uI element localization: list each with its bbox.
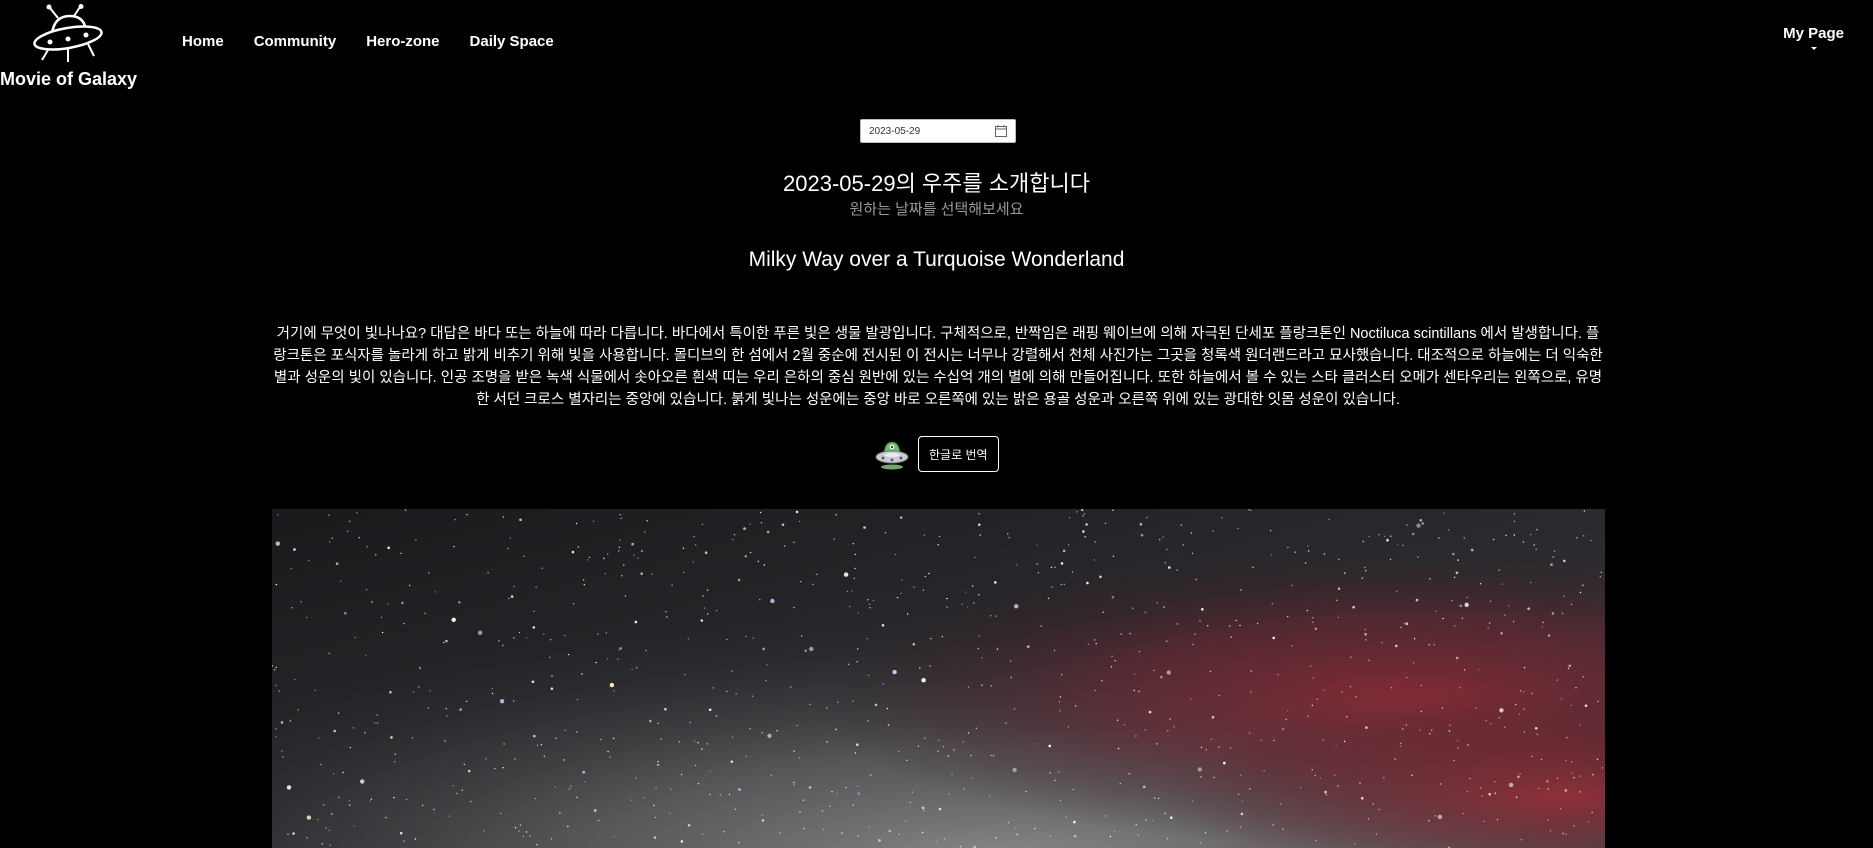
date-subline: 원하는 날짜를 선택해보세요 [849, 201, 1024, 218]
date-headline: 2023-05-29의 우주를 소개합니다 [783, 171, 1090, 196]
date-input[interactable] [869, 125, 979, 137]
apod-title: Milky Way over a Turquoise Wonderland [748, 248, 1125, 271]
caret-down-icon [1810, 47, 1817, 50]
my-page-label: My Page [1783, 25, 1844, 42]
apod-image [272, 509, 1605, 848]
nav-item-home[interactable]: Home [182, 33, 224, 50]
site-header: Movie of Galaxy Home Community Hero-zone… [0, 0, 1873, 95]
nav-item-daily-space[interactable]: Daily Space [470, 33, 554, 50]
brand-name: Movie of Galaxy [0, 69, 138, 89]
my-page-menu[interactable]: My Page [1783, 25, 1844, 50]
apod-explanation: 거기에 무엇이 빛나나요? 대답은 바다 또는 하늘에 따라 다릅니다. 바다에… [273, 325, 1603, 408]
ufo-mascot-icon [875, 441, 909, 470]
ufo-icon [33, 4, 103, 62]
nav-item-hero-zone[interactable]: Hero-zone [366, 33, 439, 50]
brand-logo[interactable]: Movie of Galaxy [0, 4, 145, 89]
translate-button[interactable]: 한글로 번역 [918, 436, 999, 472]
nav-item-community[interactable]: Community [254, 33, 337, 50]
translate-row: 한글로 번역 [874, 436, 999, 472]
calendar-icon[interactable] [995, 125, 1007, 137]
main-nav: Home Community Hero-zone Daily Space [182, 33, 584, 50]
milky-way-photo [272, 509, 1605, 848]
date-picker[interactable] [860, 119, 1016, 143]
